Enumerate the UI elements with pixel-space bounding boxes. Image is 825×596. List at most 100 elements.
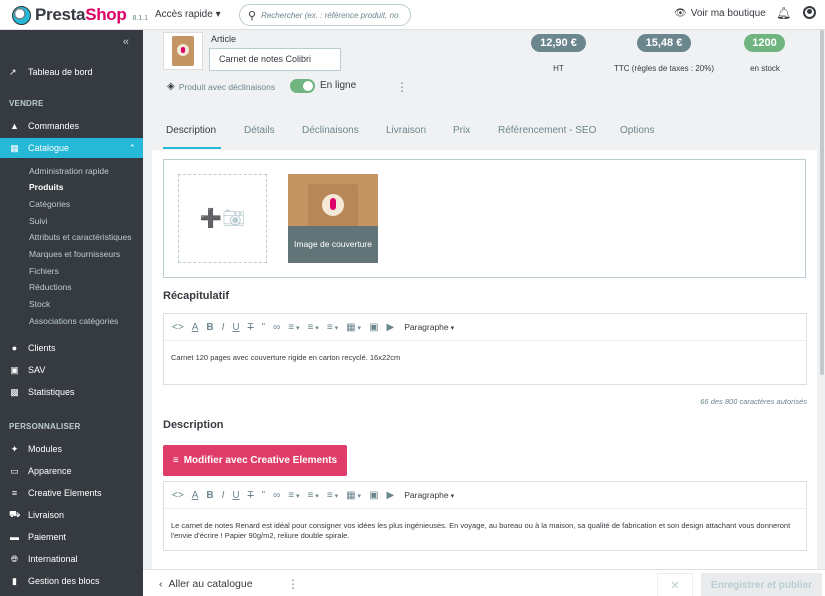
- sidebar-subitem[interactable]: Associations catégories: [29, 316, 118, 326]
- description-toolbar: <> A B I U T ” ∞ ≡ ≡ ≡ ▦ ▣ ▶ Paragraphe: [164, 482, 806, 509]
- quick-access-dropdown[interactable]: Accès rapide ▾: [155, 9, 221, 20]
- back-to-catalog-link[interactable]: ‹ Aller au catalogue: [159, 578, 253, 590]
- description-title: Description: [163, 419, 224, 431]
- bold-icon[interactable]: B: [206, 490, 213, 501]
- image-icon[interactable]: ▣: [369, 322, 378, 333]
- description-editor[interactable]: <> A B I U T ” ∞ ≡ ≡ ≡ ▦ ▣ ▶ Paragraphe …: [163, 481, 807, 551]
- italic-icon[interactable]: I: [222, 490, 225, 501]
- page-scrollbar[interactable]: [819, 30, 825, 570]
- underline-icon[interactable]: U: [232, 490, 239, 501]
- media-icon[interactable]: ▶: [387, 322, 395, 333]
- sidebar-subitem[interactable]: Marques et fournisseurs: [29, 249, 120, 259]
- sidebar-item-orders[interactable]: ▲ Commandes: [0, 116, 143, 136]
- version-label: 8.1.1: [132, 14, 149, 22]
- image-upload-dropzone[interactable]: ➕📷︎: [178, 174, 267, 263]
- strikethrough-icon[interactable]: T: [248, 322, 254, 333]
- price-ht-caption: HT: [553, 64, 564, 73]
- italic-icon[interactable]: I: [222, 322, 225, 333]
- sidebar-item-dashboard[interactable]: ↗ Tableau de bord: [0, 62, 143, 82]
- tab-variants[interactable]: Déclinaisons: [302, 125, 359, 136]
- more-options-icon[interactable]: ⋮: [396, 80, 408, 94]
- sidebar-item-stats[interactable]: ▩ Statistiques: [0, 382, 143, 402]
- globe-icon: 🌐︎: [10, 553, 19, 564]
- text-color-icon[interactable]: A: [192, 322, 199, 333]
- search-input[interactable]: ⚲ Rechercher (ex. : référence produit, n…: [239, 4, 411, 26]
- sidebar-subitem[interactable]: Attributs et caractéristiques: [29, 232, 132, 242]
- sidebar-item-catalog[interactable]: ▦ Catalogue ⌃: [0, 138, 143, 158]
- product-tabs: Description Détails Déclinaisons Livrais…: [152, 113, 817, 149]
- sidebar-item-blocks[interactable]: ▮ Gestion des blocs: [0, 571, 143, 591]
- numbered-list-icon[interactable]: ≡: [327, 490, 338, 501]
- table-icon[interactable]: ▦: [346, 322, 361, 333]
- user-account-icon[interactable]: [803, 6, 816, 19]
- sidebar-item-label: Statistiques: [28, 387, 75, 397]
- collapse-sidebar-icon[interactable]: «: [123, 36, 129, 48]
- bullet-list-icon[interactable]: ≡: [308, 322, 319, 333]
- sidebar-subitem[interactable]: Suivi: [29, 216, 47, 226]
- save-and-publish-button[interactable]: Enregistrer et publier: [701, 573, 822, 596]
- sidebar-item-clients[interactable]: ● Clients: [0, 338, 143, 358]
- align-icon[interactable]: ≡: [288, 490, 299, 501]
- tab-details[interactable]: Détails: [244, 125, 275, 136]
- media-icon[interactable]: ▶: [387, 490, 395, 501]
- view-shop-link[interactable]: 👁︎ Voir ma boutique: [674, 8, 766, 19]
- bold-icon[interactable]: B: [206, 322, 213, 333]
- product-type[interactable]: ◈ Produit avec déclinaisons: [167, 81, 275, 92]
- sidebar-item-label: Creative Elements: [28, 488, 102, 498]
- tab-seo[interactable]: Référencement - SEO: [498, 125, 596, 136]
- summary-char-counter: 66 des 800 caractères autorisés: [700, 397, 807, 406]
- prestashop-logo[interactable]: PrestaShop 8.1.1: [12, 5, 148, 25]
- sidebar-item-appearance[interactable]: ▭ Apparence: [0, 461, 143, 481]
- tab-description[interactable]: Description: [166, 125, 216, 136]
- cover-image[interactable]: Image de couverture: [288, 174, 378, 263]
- link-icon[interactable]: ∞: [273, 490, 280, 501]
- numbered-list-icon[interactable]: ≡: [327, 322, 338, 333]
- sidebar-item-payment[interactable]: ▬ Paiement: [0, 527, 143, 547]
- online-toggle[interactable]: [290, 79, 315, 93]
- footer-more-options-icon[interactable]: ⋮: [287, 577, 299, 591]
- source-code-icon[interactable]: <>: [172, 322, 184, 333]
- sidebar-item-creative-elements[interactable]: ≡ Creative Elements: [0, 483, 143, 503]
- underline-icon[interactable]: U: [232, 322, 239, 333]
- summary-editor[interactable]: <> A B I U T ” ∞ ≡ ≡ ≡ ▦ ▣ ▶ Paragraphe …: [163, 313, 807, 385]
- summary-text[interactable]: Carnet 120 pages avec couverture rigide …: [164, 341, 806, 375]
- notebook-image: [172, 36, 194, 66]
- bar-chart-icon: ▩: [10, 386, 19, 397]
- align-icon[interactable]: ≡: [288, 322, 299, 333]
- tab-options[interactable]: Options: [620, 125, 654, 136]
- close-button[interactable]: ✕: [657, 573, 693, 596]
- tab-shipping[interactable]: Livraison: [386, 125, 426, 136]
- paragraph-format-dropdown[interactable]: Paragraphe: [404, 322, 454, 332]
- sidebar-item-sav[interactable]: ▣ SAV: [0, 360, 143, 380]
- text-color-icon[interactable]: A: [192, 490, 199, 501]
- quote-icon[interactable]: ”: [262, 490, 265, 501]
- sidebar-item-modules[interactable]: ✦ Modules: [0, 439, 143, 459]
- strikethrough-icon[interactable]: T: [248, 490, 254, 501]
- ce-button-label: Modifier avec Creative Elements: [183, 455, 338, 466]
- sidebar-subitem[interactable]: Catégories: [29, 199, 70, 209]
- description-text[interactable]: Le carnet de notes Renard est idéal pour…: [164, 509, 806, 553]
- sidebar-item-shipping[interactable]: ⛟ Livraison: [0, 505, 143, 525]
- source-code-icon[interactable]: <>: [172, 490, 184, 501]
- top-bar: PrestaShop 8.1.1 Accès rapide ▾ ⚲ Recher…: [0, 0, 825, 30]
- sidebar-subitem[interactable]: Fichiers: [29, 266, 59, 276]
- price-ttc-caption: TTC (règles de taxes : 20%): [613, 64, 715, 73]
- link-icon[interactable]: ∞: [273, 322, 280, 333]
- sidebar-item-international[interactable]: 🌐︎ International: [0, 549, 143, 569]
- sidebar-subitem[interactable]: Administration rapide: [29, 166, 109, 176]
- tab-pricing[interactable]: Prix: [453, 125, 470, 136]
- sidebar-subitem-products[interactable]: Produits: [29, 182, 63, 192]
- cover-image-label: Image de couverture: [288, 226, 378, 263]
- quote-icon[interactable]: ”: [262, 322, 265, 333]
- image-icon[interactable]: ▣: [369, 490, 378, 501]
- sidebar-subitem[interactable]: Réductions: [29, 282, 72, 292]
- table-icon[interactable]: ▦: [346, 490, 361, 501]
- edit-with-creative-elements-button[interactable]: ≡ Modifier avec Creative Elements: [163, 445, 347, 476]
- notifications-bell-icon[interactable]: 🔔︎: [776, 6, 791, 20]
- sidebar-subitem[interactable]: Stock: [29, 299, 50, 309]
- product-name-input[interactable]: Carnet de notes Colibri: [209, 48, 341, 71]
- paragraph-format-dropdown[interactable]: Paragraphe: [404, 490, 454, 500]
- bullet-list-icon[interactable]: ≡: [308, 490, 319, 501]
- product-thumbnail[interactable]: [163, 32, 203, 70]
- sidebar-item-label: Gestion des blocs: [28, 576, 100, 586]
